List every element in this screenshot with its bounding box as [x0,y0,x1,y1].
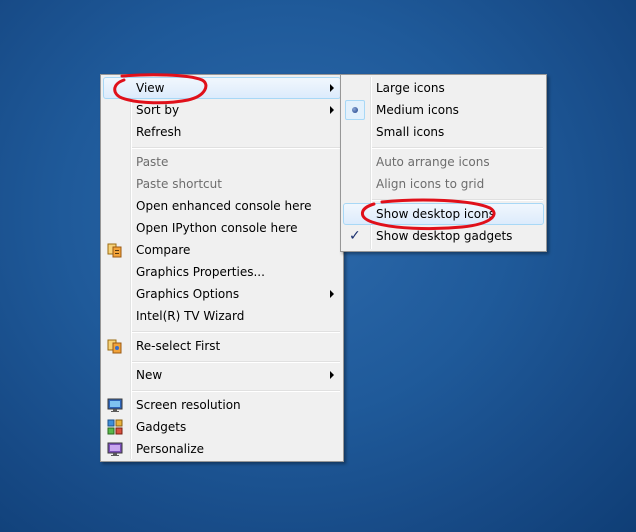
submenu-item-show-desktop-icons[interactable]: Show desktop icons [343,203,544,225]
menu-item-label: Show desktop gadgets [376,229,513,243]
menu-item-label: New [136,368,163,382]
submenu-item-medium-icons[interactable]: Medium icons [343,99,544,121]
menu-item-label: Small icons [376,125,445,139]
menu-item-label: Compare [136,243,191,257]
submenu-item-auto-arrange-icons: Auto arrange icons [343,151,544,173]
menu-item-label: Open enhanced console here [136,199,312,213]
personalize-icon [107,441,123,457]
menu-item-screen-resolution[interactable]: Screen resolution [103,394,341,416]
menu-item-label: View [136,81,165,95]
submenu-item-large-icons[interactable]: Large icons [343,77,544,99]
menu-item-label: Personalize [136,442,205,456]
menu-separator [372,199,543,201]
radio-selected-icon [345,100,365,120]
menu-item-label: Paste [136,155,169,169]
menu-item-label: Screen resolution [136,398,241,412]
menu-item-paste: Paste [103,151,341,173]
menu-item-label: Align icons to grid [376,177,485,191]
menu-item-label: Show desktop icons [376,207,496,221]
menu-separator [132,331,340,333]
screen-resolution-icon [107,397,123,413]
menu-item-refresh[interactable]: Refresh [103,121,341,143]
menu-item-label: Intel(R) TV Wizard [136,309,245,323]
menu-item-compare[interactable]: Compare [103,239,341,261]
submenu-arrow-icon [330,290,334,298]
menu-item-open-ipython-console[interactable]: Open IPython console here [103,217,341,239]
menu-item-intel-tv-wizard[interactable]: Intel(R) TV Wizard [103,305,341,327]
menu-item-graphics-properties[interactable]: Graphics Properties... [103,261,341,283]
menu-item-label: Refresh [136,125,182,139]
menu-item-sort-by[interactable]: Sort by [103,99,341,121]
menu-item-new[interactable]: New [103,364,341,386]
menu-item-label: Re-select First [136,339,221,353]
menu-separator [132,147,340,149]
submenu-arrow-icon [330,106,334,114]
menu-item-label: Graphics Properties... [136,265,265,279]
desktop-context-menu: View Sort by Refresh Paste Paste shortcu… [100,74,344,462]
menu-separator [132,390,340,392]
gadgets-icon [107,419,123,435]
menu-item-label: Large icons [376,81,445,95]
reselect-icon [107,338,123,354]
menu-item-personalize[interactable]: Personalize [103,438,341,460]
submenu-item-small-icons[interactable]: Small icons [343,121,544,143]
menu-item-label: Sort by [136,103,180,117]
submenu-arrow-icon [330,84,334,92]
compare-icon [107,242,123,258]
menu-item-view[interactable]: View [103,77,341,99]
menu-item-gadgets[interactable]: Gadgets [103,416,341,438]
menu-item-label: Graphics Options [136,287,240,301]
menu-item-reselect-first[interactable]: Re-select First [103,335,341,357]
view-submenu: Large icons Medium icons Small icons Aut… [340,74,547,252]
menu-item-label: Paste shortcut [136,177,222,191]
menu-item-label: Medium icons [376,103,459,117]
menu-item-label: Open IPython console here [136,221,298,235]
menu-separator [372,147,543,149]
submenu-arrow-icon [330,371,334,379]
menu-item-open-enhanced-console[interactable]: Open enhanced console here [103,195,341,217]
menu-separator [132,361,340,363]
submenu-item-align-icons-to-grid: Align icons to grid [343,173,544,195]
menu-item-label: Gadgets [136,420,187,434]
menu-item-paste-shortcut: Paste shortcut [103,173,341,195]
menu-item-graphics-options[interactable]: Graphics Options [103,283,341,305]
submenu-item-show-desktop-gadgets[interactable]: ✓ Show desktop gadgets [343,225,544,247]
checkmark-icon: ✓ [349,228,361,244]
menu-item-label: Auto arrange icons [376,155,490,169]
